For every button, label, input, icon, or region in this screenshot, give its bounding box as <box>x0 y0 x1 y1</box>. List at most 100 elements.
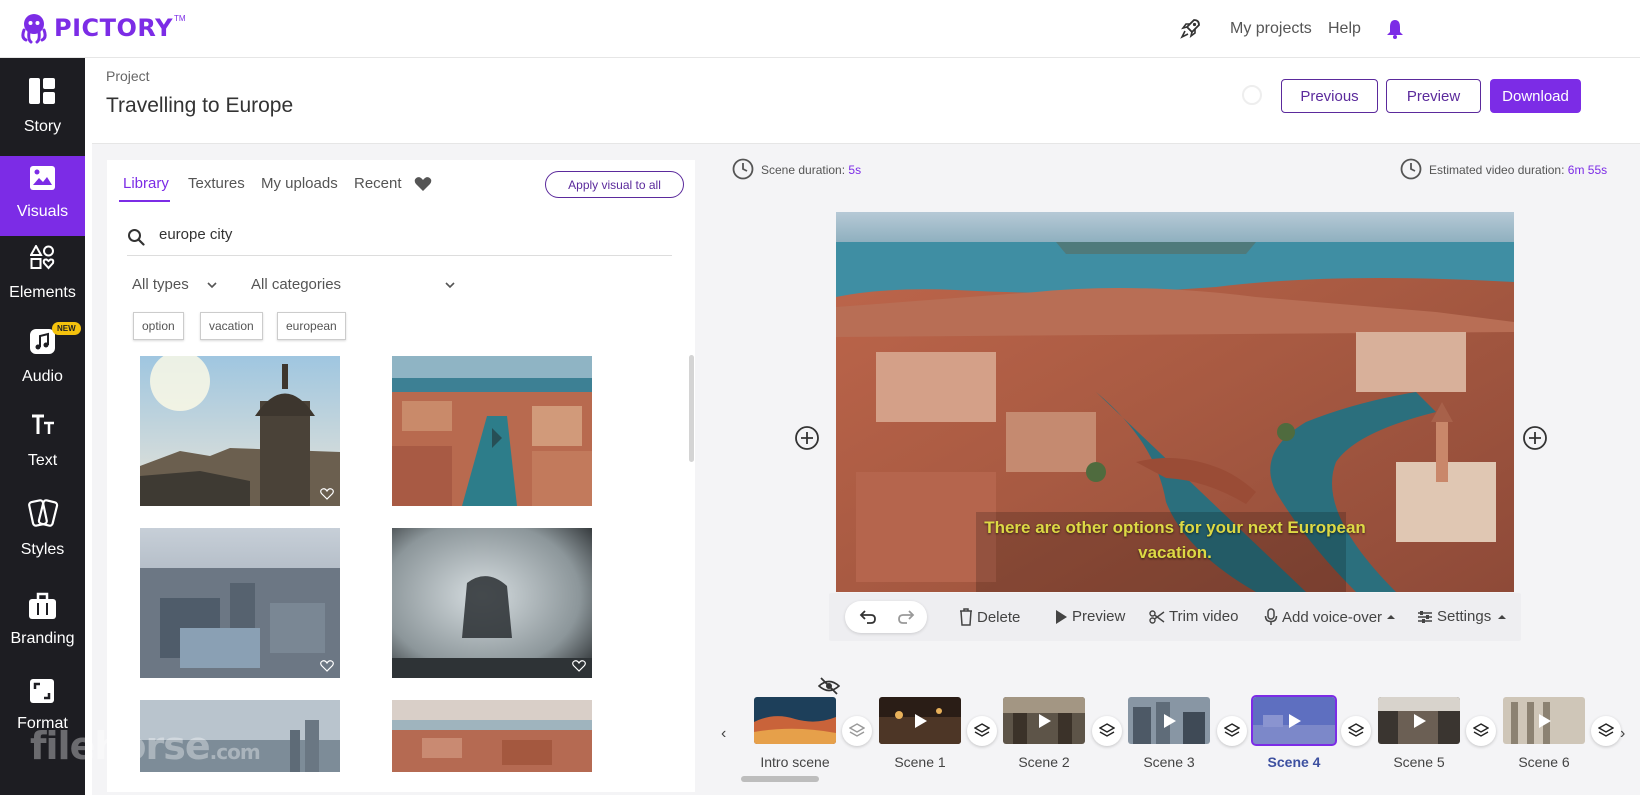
help-link[interactable]: Help <box>1328 20 1361 38</box>
voiceover-label: Add voice-over <box>1282 608 1383 626</box>
sidebar-item-label: Audio <box>22 368 63 385</box>
category-filter-dropdown[interactable]: All categories <box>251 276 341 293</box>
shapes-icon <box>30 245 55 270</box>
visual-thumbnail[interactable] <box>392 700 592 772</box>
add-voice-over-button[interactable]: Add voice-over <box>1264 608 1400 626</box>
project-title[interactable]: Travelling to Europe <box>106 94 293 118</box>
library-scrollbar[interactable] <box>689 355 694 462</box>
visual-thumbnail[interactable] <box>392 528 592 678</box>
play-icon <box>1414 714 1426 728</box>
timeline-scene[interactable] <box>1503 697 1585 744</box>
timeline-scene[interactable] <box>1128 697 1210 744</box>
layers-icon <box>974 723 990 737</box>
scene-layers-button[interactable] <box>1466 716 1496 746</box>
timeline-scene-intro[interactable] <box>754 697 836 744</box>
sidebar-item-elements[interactable]: Elements <box>0 236 85 316</box>
scene-layers-button[interactable] <box>1341 716 1371 746</box>
rocket-icon[interactable] <box>1180 17 1202 39</box>
bell-icon[interactable] <box>1386 19 1404 39</box>
rooftops-image <box>392 700 592 772</box>
keyword-chip[interactable]: option <box>133 312 184 340</box>
type-filter-dropdown[interactable]: All types <box>132 276 189 293</box>
timeline-scene[interactable] <box>1003 697 1085 744</box>
tab-recent[interactable]: Recent <box>354 175 402 192</box>
caret-up-icon <box>1498 614 1507 619</box>
download-button[interactable]: Download <box>1490 79 1581 113</box>
tab-library[interactable]: Library <box>123 175 169 192</box>
favorite-heart-icon[interactable] <box>320 488 334 500</box>
scene-layers-button[interactable] <box>1591 716 1621 746</box>
tab-textures[interactable]: Textures <box>188 175 245 192</box>
scene-layers-button[interactable] <box>1217 716 1247 746</box>
timeline-scene[interactable] <box>1378 697 1460 744</box>
sidebar-item-text[interactable]: Text <box>0 404 85 484</box>
visual-library-panel: Library Textures My uploads Recent Apply… <box>107 160 695 792</box>
scene-layers-button[interactable] <box>842 716 872 746</box>
sidebar-item-audio[interactable]: NEW Audio <box>0 320 85 400</box>
preview-label: Preview <box>1072 608 1126 625</box>
undo-icon[interactable] <box>858 609 876 625</box>
redo-icon[interactable] <box>898 609 916 625</box>
visual-thumbnail[interactable] <box>140 356 340 506</box>
scene-label: Scene 5 <box>1393 754 1445 770</box>
sidebar-item-label: Elements <box>9 284 76 301</box>
sidebar-item-story[interactable]: Story <box>0 58 85 138</box>
estimated-duration-label: Estimated video duration: <box>1429 163 1565 177</box>
active-tab-indicator <box>119 200 170 202</box>
favorite-heart-icon[interactable] <box>572 660 586 672</box>
sidebar-item-branding[interactable]: Branding <box>0 586 85 666</box>
play-icon <box>915 714 927 728</box>
tab-my-uploads[interactable]: My uploads <box>261 175 338 192</box>
my-projects-link[interactable]: My projects <box>1230 20 1312 38</box>
sidebar-item-label: Branding <box>10 630 75 647</box>
chevron-down-icon <box>445 282 455 289</box>
play-icon <box>1056 609 1067 624</box>
timeline-scroll-left-icon[interactable]: ‹ <box>721 725 726 743</box>
layers-icon <box>1348 723 1364 737</box>
styles-icon <box>28 499 59 527</box>
add-scene-after-icon[interactable] <box>1522 425 1548 451</box>
scene-layers-button[interactable] <box>967 716 997 746</box>
previous-button[interactable]: Previous <box>1281 79 1378 113</box>
sidebar-item-visuals[interactable]: Visuals <box>0 156 85 236</box>
preview-button[interactable]: Preview <box>1386 79 1481 113</box>
sidebar-item-label: Story <box>23 118 62 135</box>
scissors-icon <box>1149 609 1165 624</box>
top-bar: PICTORY TM My projects Help <box>0 0 1640 58</box>
scene-layers-button[interactable] <box>1092 716 1122 746</box>
timeline-scene-active[interactable] <box>1251 695 1337 746</box>
project-header: Project Travelling to Europe Previous Pr… <box>92 58 1640 144</box>
visual-thumbnail[interactable] <box>392 356 592 506</box>
church-dome-image <box>140 356 340 506</box>
sidebar-item-styles[interactable]: Styles <box>0 498 85 578</box>
visual-thumbnail[interactable] <box>140 528 340 678</box>
play-icon <box>1164 714 1176 728</box>
apply-visual-to-all-button[interactable]: Apply visual to all <box>545 171 684 198</box>
keyword-chip[interactable]: european <box>277 312 346 340</box>
search-input[interactable] <box>159 226 659 243</box>
delete-button[interactable]: Delete <box>959 608 1020 626</box>
hidden-eye-icon[interactable] <box>818 677 840 695</box>
heart-icon[interactable] <box>414 176 432 192</box>
timeline-scrollbar[interactable] <box>741 776 819 782</box>
add-scene-before-icon[interactable] <box>794 425 820 451</box>
text-icon <box>32 414 54 434</box>
microphone-icon <box>1264 608 1278 625</box>
scene-caption[interactable]: There are other options for your next Eu… <box>980 515 1370 565</box>
pictory-logo[interactable]: PICTORY TM <box>18 12 186 44</box>
octopus-logo-icon <box>21 14 47 44</box>
logo-text: PICTORY <box>54 14 173 42</box>
scene-preview-button[interactable]: Preview <box>1054 608 1125 625</box>
settings-button[interactable]: Settings <box>1417 608 1511 625</box>
blurred-window-image <box>392 528 592 678</box>
layers-icon <box>1224 723 1240 737</box>
trim-video-button[interactable]: Trim video <box>1149 608 1238 625</box>
search-icon <box>128 229 145 246</box>
scene-duration-label: Scene duration: <box>761 163 846 177</box>
settings-label: Settings <box>1437 608 1492 625</box>
favorite-heart-icon[interactable] <box>320 660 334 672</box>
sidebar: Story Visuals Elements NEW Audio Text St… <box>0 58 85 795</box>
sliders-icon <box>1418 610 1432 623</box>
timeline-scene[interactable] <box>879 697 961 744</box>
keyword-chip[interactable]: vacation <box>200 312 263 340</box>
